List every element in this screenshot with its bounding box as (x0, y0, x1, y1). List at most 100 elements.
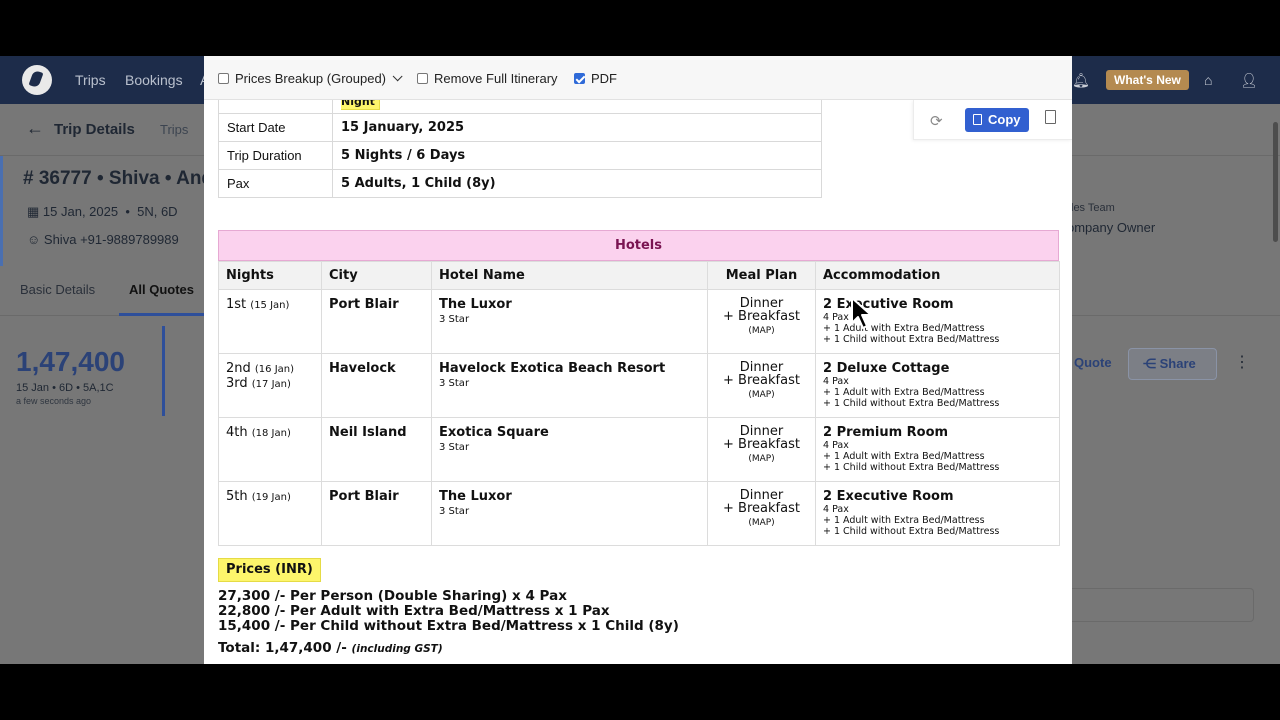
city-cell: Havelock (321, 353, 432, 418)
nights-cell: 2nd (16 Jan) 3rd (17 Jan) (218, 353, 322, 418)
trip-title: # 36777 • Shiva • And (23, 168, 214, 189)
copy-icon (973, 114, 982, 125)
meal-cell: Dinner + Breakfast (MAP) (707, 417, 816, 482)
night-label: 3rd (226, 376, 248, 391)
copy-button[interactable]: Copy (965, 108, 1029, 132)
night-label: 5th (226, 489, 248, 504)
quote-summary: 15 Jan • 6D • 5A,1C (16, 382, 114, 394)
night-label: 2nd (226, 361, 251, 376)
city-cell: Neil Island (321, 417, 432, 482)
nights-cell: 5th (19 Jan) (218, 481, 322, 546)
night-date: (16 Jan) (254, 364, 295, 375)
hotel-cell: Havelock Exotica Beach Resort 3 Star (431, 353, 708, 418)
total-amount: Total: 1,47,400 /- (218, 640, 347, 656)
more-options-icon[interactable]: ⋮ (1234, 352, 1250, 372)
quote-date: 15 Jan (16, 382, 50, 394)
user-icon[interactable]: 👤︎ (1240, 72, 1258, 89)
start-date-value: 15 January, 2025 (332, 113, 822, 142)
pdf-checkbox[interactable] (574, 72, 585, 84)
table-row: 2nd (16 Jan) 3rd (17 Jan) Havelock Havelo… (218, 353, 1060, 418)
background-input[interactable] (1072, 588, 1254, 622)
trip-date: 15 Jan, 2025 (42, 204, 119, 219)
room-pax: 4 Pax (823, 376, 849, 387)
app-logo[interactable] (22, 65, 52, 95)
prices-breakup-checkbox[interactable] (218, 72, 229, 84)
hotel-name: The Luxor (439, 489, 512, 504)
price-line: 15,400 /- Per Child without Extra Bed/Ma… (218, 618, 679, 634)
page-scrollbar[interactable] (1273, 122, 1278, 242)
room-extra: + 1 Child without Extra Bed/Mattress (823, 398, 1000, 409)
download-file-icon[interactable] (1045, 110, 1056, 124)
back-arrow-icon[interactable]: ← (26, 118, 44, 139)
share-button[interactable]: ⋲ Share (1128, 348, 1217, 380)
meal-plan-code: (MAP) (748, 326, 775, 336)
nav-bookings[interactable]: Bookings (125, 72, 183, 88)
contact-name: Shiva (43, 232, 77, 247)
nav-trips[interactable]: Trips (75, 72, 106, 88)
night-label: 1st (226, 297, 247, 312)
tab-basic-details[interactable]: Basic Details (20, 282, 95, 297)
hotel-stars: 3 Star (439, 378, 470, 389)
page-title: Trip Details (54, 121, 135, 138)
nights-cell: 4th (18 Jan) (218, 417, 322, 482)
prices-breakup-label: Prices Breakup (Grouped) (235, 70, 387, 86)
total-note: (including GST) (351, 643, 443, 655)
hotel-stars: 3 Star (439, 506, 470, 517)
tab-all-quotes[interactable]: All Quotes (129, 282, 194, 297)
meal-plan-code: (MAP) (748, 518, 775, 528)
trip-contact: ☺ Shiva +91-9889789989 (27, 232, 179, 247)
prices-breakup-option[interactable]: Prices Breakup (Grouped) (218, 70, 403, 86)
nights-cell: 1st (15 Jan) (218, 289, 322, 354)
meal-line: + Breakfast (723, 501, 800, 516)
room-extra: + 1 Adult with Extra Bed/Mattress (823, 451, 985, 462)
room-pax: 4 Pax (823, 440, 849, 451)
quote-card[interactable]: 1,47,400 15 Jan • 6D • 5A,1C a few secon… (0, 326, 165, 416)
table-header-row: Nights City Hotel Name Meal Plan Accommo… (218, 261, 1060, 290)
pdf-label: PDF (591, 70, 617, 86)
table-row: Pax 5 Adults, 1 Child (8y) (218, 169, 822, 198)
meal-line: + Breakfast (723, 437, 800, 452)
city-cell: Port Blair (321, 289, 432, 354)
night-date: (15 Jan) (250, 300, 290, 311)
city-cell: Port Blair (321, 481, 432, 546)
pax-label: Pax (218, 169, 333, 198)
remove-itinerary-option[interactable]: Remove Full Itinerary (417, 70, 558, 86)
room-extra: + 1 Adult with Extra Bed/Mattress (823, 515, 985, 526)
chevron-down-icon[interactable] (392, 70, 403, 81)
quote-updated: a few seconds ago (16, 396, 92, 406)
night-date: (17 Jan) (251, 379, 291, 390)
owner-label: ompany Owner (1067, 220, 1156, 235)
quote-pax: 5A,1C (83, 382, 114, 394)
price-line: 22,800 /- Per Adult with Extra Bed/Mattr… (218, 603, 610, 619)
remove-itinerary-checkbox[interactable] (417, 72, 428, 84)
room-extra: + 1 Child without Extra Bed/Mattress (823, 462, 1000, 473)
whats-new-button[interactable]: What's New (1106, 70, 1189, 90)
room-extra: + 1 Child without Extra Bed/Mattress (823, 526, 1000, 537)
trip-duration-value: 5 Nights / 6 Days (332, 141, 822, 170)
contact-phone: +91-9889789989 (80, 232, 179, 247)
modal-options-bar: Prices Breakup (Grouped) Remove Full Iti… (204, 56, 1072, 100)
quote-days: 6D (59, 382, 74, 394)
person-icon: ☺ (27, 232, 41, 247)
table-row: 4th (18 Jan) Neil Island Exotica Square 3… (218, 417, 1060, 482)
hotel-name: Exotica Square (439, 425, 549, 440)
table-row: 5th (19 Jan) Port Blair The Luxor 3 Star … (218, 481, 1060, 546)
price-lines: 27,300 /- Per Person (Double Sharing) x … (218, 589, 679, 634)
calendar-icon: ▦ (27, 204, 40, 219)
hotels-table: Nights City Hotel Name Meal Plan Accommo… (218, 261, 1060, 546)
hotel-stars: 3 Star (439, 314, 470, 325)
sales-team-label: les Team (1071, 202, 1115, 214)
bell-icon[interactable]: 🔔︎ (1072, 72, 1090, 89)
trip-meta: ▦ 15 Jan, 2025 • 5N, 6D (27, 204, 178, 219)
breadcrumb[interactable]: Trips (160, 122, 188, 137)
night-date: (19 Jan) (251, 492, 291, 503)
col-hotel-name: Hotel Name (431, 261, 708, 290)
accommodation-cell: 2 Premium Room 4 Pax + 1 Adult with Extra … (815, 417, 1060, 482)
remove-itinerary-label: Remove Full Itinerary (434, 70, 558, 86)
price-line: 27,300 /- Per Person (Double Sharing) x … (218, 588, 567, 604)
hotel-cell: The Luxor 3 Star (431, 289, 708, 354)
home-icon[interactable]: ⌂ (1204, 72, 1212, 88)
refresh-icon[interactable]: ⟳ (930, 112, 943, 130)
pdf-option[interactable]: PDF (574, 70, 617, 86)
copy-label: Copy (988, 112, 1021, 127)
